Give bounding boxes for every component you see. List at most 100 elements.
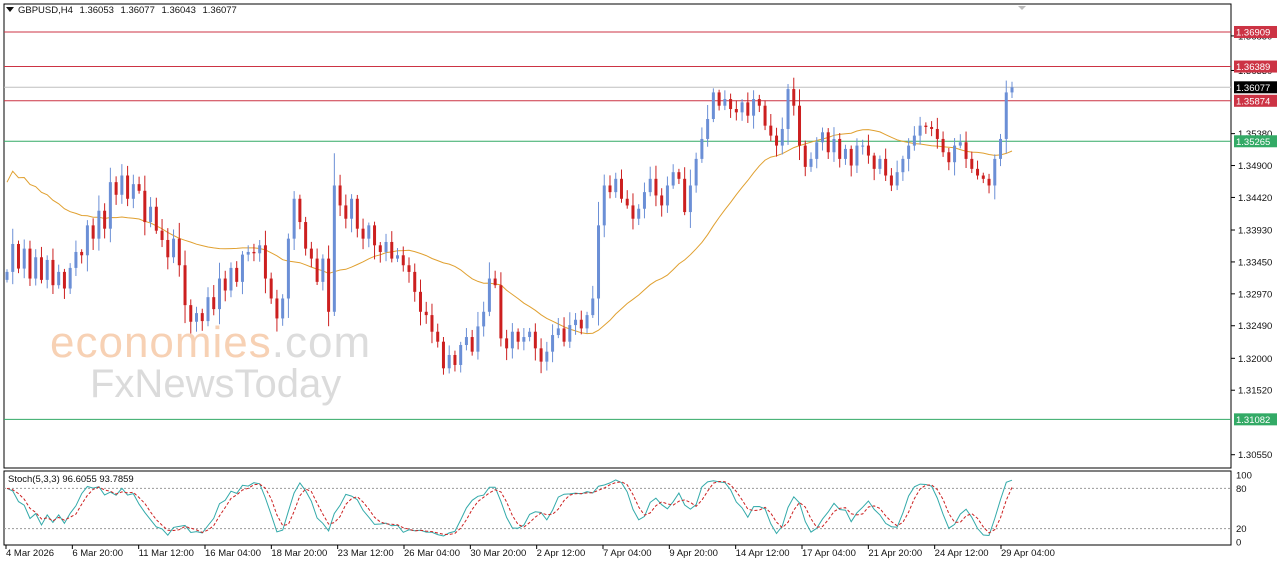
open-value: 1.36053	[79, 5, 114, 16]
candle-body	[470, 337, 474, 352]
candle-body	[688, 185, 692, 213]
candle-body	[579, 319, 583, 329]
x-tick-label: 7 Apr 04:00	[603, 548, 652, 559]
candle-body	[999, 138, 1003, 159]
x-tick-label: 4 Mar 2026	[6, 548, 54, 559]
candle-body	[149, 206, 153, 223]
candle-body	[654, 178, 658, 196]
candle-body	[332, 185, 336, 312]
candle-body	[568, 325, 572, 342]
candle-body	[786, 89, 790, 129]
candle-body	[505, 338, 509, 349]
candle-body	[154, 206, 158, 231]
candle-body	[964, 142, 968, 159]
candle-body	[591, 298, 595, 316]
candle-body	[1010, 87, 1014, 93]
candle-body	[970, 158, 974, 169]
candle-body	[752, 99, 756, 116]
x-tick-label: 24 Apr 12:00	[935, 548, 989, 559]
candle-body	[872, 155, 876, 169]
candle-body	[367, 225, 371, 239]
candle-body	[792, 89, 796, 106]
candle-body	[275, 298, 279, 319]
candle-body	[34, 257, 38, 279]
candle-body	[160, 230, 164, 240]
high-value: 1.36077	[120, 5, 155, 16]
x-tick-label: 17 Apr 04:00	[802, 548, 856, 559]
candle-body	[861, 145, 865, 147]
x-tick-label: 6 Mar 20:00	[72, 548, 123, 559]
y-tick-label: 1.32490	[1238, 321, 1272, 332]
candle-body	[545, 351, 549, 362]
candle-body	[700, 138, 704, 159]
candle-body	[665, 185, 669, 206]
candle-body	[838, 138, 842, 159]
candle-body	[68, 267, 72, 289]
candle-body	[711, 92, 715, 120]
candle-body	[338, 185, 342, 206]
candle-body	[769, 125, 773, 136]
scroll-marker-icon[interactable]	[1018, 6, 1026, 10]
candle-body	[843, 148, 847, 159]
candle-body	[390, 241, 394, 259]
candle-body	[344, 205, 348, 219]
candle-body	[378, 245, 382, 252]
candle-body	[763, 105, 767, 126]
candle-body	[28, 248, 32, 279]
candle-body	[619, 178, 623, 199]
x-tick-label: 9 Apr 20:00	[669, 548, 718, 559]
candle-body	[987, 178, 991, 186]
candle-body	[464, 337, 468, 346]
candle-body	[459, 345, 463, 365]
candle-body	[401, 255, 405, 266]
symbol-menu-icon[interactable]	[6, 7, 14, 12]
candle-body	[924, 125, 928, 127]
y-tick-label: 1.32000	[1238, 354, 1272, 365]
candle-body	[5, 271, 9, 280]
candle-body	[396, 255, 400, 259]
candle-body	[746, 102, 750, 116]
candle-body	[671, 172, 675, 186]
candle-body	[729, 99, 733, 110]
candle-body	[855, 145, 859, 166]
candle-body	[901, 158, 905, 173]
candle-body	[309, 248, 313, 259]
candle-body	[407, 265, 411, 272]
candle-body	[166, 239, 170, 258]
level-tag-label: 1.31082	[1236, 415, 1270, 426]
candle-body	[16, 243, 20, 269]
candle-body	[585, 315, 589, 329]
symbol-label: GBPUSD,H4	[18, 5, 73, 16]
x-tick-label: 29 Apr 04:00	[1001, 548, 1055, 559]
candle-body	[958, 142, 962, 146]
candle-body	[935, 128, 939, 139]
level-tag-label: 1.36389	[1236, 62, 1270, 73]
candle-body	[85, 225, 89, 256]
candle-body	[482, 311, 486, 327]
candle-body	[263, 245, 267, 279]
candle-body	[1004, 92, 1008, 139]
candle-body	[941, 138, 945, 153]
candle-body	[39, 257, 43, 280]
candle-body	[878, 158, 882, 169]
x-tick-label: 11 Mar 12:00	[139, 548, 194, 559]
watermark-economies: economies.com	[50, 318, 371, 368]
candle-body	[74, 251, 78, 268]
candle-body	[441, 341, 445, 369]
candle-body	[453, 354, 457, 365]
candle-body	[556, 328, 560, 336]
candle-body	[235, 267, 239, 282]
candle-body	[912, 135, 916, 146]
candle-body	[418, 291, 422, 312]
candle-body	[832, 138, 836, 153]
candle-body	[884, 158, 888, 176]
candle-body	[510, 331, 514, 349]
candle-body	[815, 142, 819, 159]
candle-body	[677, 172, 681, 179]
candle-body	[246, 251, 250, 255]
level-tag-label: 1.36909	[1236, 27, 1270, 38]
candle-body	[493, 278, 497, 286]
candle-body	[895, 172, 899, 186]
candle-body	[292, 198, 296, 239]
stoch-axis-label: 80	[1236, 484, 1247, 495]
